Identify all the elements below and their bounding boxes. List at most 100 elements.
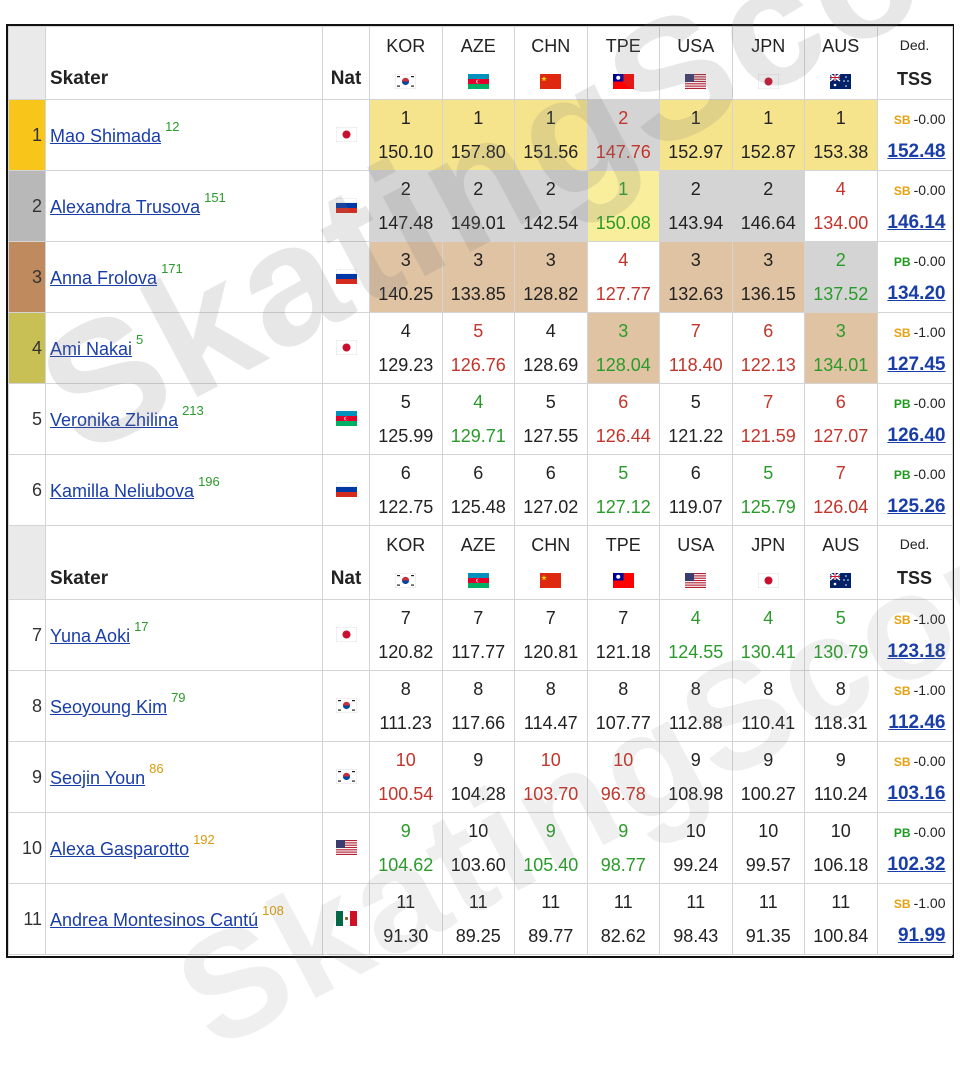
tss-link[interactable]: 126.40 bbox=[878, 420, 945, 452]
judge-score-cell: 5 126.76 bbox=[441, 312, 515, 384]
judge-placement: 10 bbox=[758, 821, 779, 841]
nat-header: Nat bbox=[322, 26, 370, 100]
skater-name-link[interactable]: Anna Frolova bbox=[50, 268, 157, 288]
tss-cell: SB -1.00 91.99 bbox=[876, 883, 953, 955]
skater-name-link[interactable]: Ami Nakai bbox=[50, 339, 132, 359]
judge-header-tpe: TPE bbox=[586, 26, 660, 100]
skater-name-link[interactable]: Alexandra Trusova bbox=[50, 197, 200, 217]
best-badge: SB bbox=[893, 112, 911, 127]
judge-score: 99.24 bbox=[673, 855, 719, 875]
skater-name-link[interactable]: Andrea Montesinos Cantú bbox=[50, 910, 258, 930]
rank-cell: 8 bbox=[8, 670, 46, 742]
tss-link[interactable]: 125.26 bbox=[878, 491, 945, 523]
judge-placement: 6 bbox=[618, 392, 629, 412]
tss-cell: PB -0.00 102.32 bbox=[876, 812, 953, 884]
judge-placement: 3 bbox=[473, 250, 484, 270]
judge-score-cell: 10 99.24 bbox=[659, 812, 733, 884]
rank-cell: 6 bbox=[8, 454, 46, 526]
judge-score: 127.02 bbox=[523, 497, 579, 517]
judge-placement: 11 bbox=[613, 892, 633, 912]
tss-cell: SB -0.00 146.14 bbox=[876, 170, 953, 242]
judge-code: AZE bbox=[460, 35, 496, 56]
tss-link[interactable]: 134.20 bbox=[878, 278, 945, 310]
judge-placement: 9 bbox=[545, 821, 556, 841]
rus-flag-icon bbox=[335, 269, 357, 285]
deduction-value: -1.00 bbox=[913, 681, 946, 698]
judge-placement: 8 bbox=[835, 679, 846, 699]
tss-link[interactable]: 146.14 bbox=[878, 207, 945, 239]
tss-cell: SB -0.00 152.48 bbox=[876, 99, 953, 171]
judge-score: 99.57 bbox=[745, 855, 791, 875]
aze-flag-icon bbox=[467, 573, 489, 589]
judge-placement: 2 bbox=[763, 179, 774, 199]
skater-name-link[interactable]: Mao Shimada bbox=[50, 126, 161, 146]
skater-name-link[interactable]: Seoyoung Kim bbox=[50, 697, 167, 717]
tss-header: Ded. TSS bbox=[876, 26, 953, 100]
rank-cell: 3 bbox=[8, 241, 46, 313]
judge-score: 125.79 bbox=[740, 497, 796, 517]
judge-score: 124.55 bbox=[668, 642, 724, 662]
tss-link[interactable]: 127.45 bbox=[878, 349, 945, 381]
kor-flag-icon bbox=[394, 572, 417, 589]
deduction-value: -0.00 bbox=[913, 823, 946, 840]
judge-score: 128.82 bbox=[523, 284, 579, 304]
judge-score: 128.69 bbox=[523, 355, 579, 375]
results-table-frame: Skater Nat KOR AZE CHN TPE USA JPN AUS Ded. TSS 1 Ma… bbox=[6, 24, 954, 958]
judge-score: 120.81 bbox=[523, 642, 579, 662]
judge-score: 108.98 bbox=[668, 784, 724, 804]
rank-value: 5 bbox=[31, 408, 42, 429]
aze-flag-icon bbox=[335, 411, 357, 427]
skater-name-link[interactable]: Yuna Aoki bbox=[50, 626, 130, 646]
judge-score-cell: 11 100.84 bbox=[804, 883, 878, 955]
skater-name-link[interactable]: Veronika Zhilina bbox=[50, 410, 178, 430]
judge-placement: 8 bbox=[473, 679, 484, 699]
rank-value: 8 bbox=[31, 695, 42, 716]
judge-placement: 3 bbox=[618, 321, 629, 341]
rank-value: 11 bbox=[23, 908, 42, 929]
judge-score-cell: 5 125.79 bbox=[731, 454, 805, 526]
skater-name-cell: Yuna Aoki 17 bbox=[45, 599, 323, 671]
skater-name-cell: Seojin Youn 86 bbox=[45, 741, 323, 813]
deduction: SB -0.00 bbox=[878, 745, 946, 778]
tss-link[interactable]: 91.99 bbox=[878, 920, 946, 952]
skater-name-link[interactable]: Alexa Gasparotto bbox=[50, 839, 189, 859]
judge-score-cell: 2 147.76 bbox=[586, 99, 660, 171]
tss-cell: SB -1.00 112.46 bbox=[876, 670, 953, 742]
judge-score-cell: 4 134.00 bbox=[804, 170, 878, 242]
judge-placement: 9 bbox=[400, 821, 411, 841]
tss-link[interactable]: 152.48 bbox=[878, 136, 945, 168]
nat-cell bbox=[322, 241, 370, 313]
rank-cell: 10 bbox=[8, 812, 46, 884]
deduction: SB -0.00 bbox=[878, 174, 946, 207]
judge-placement: 6 bbox=[690, 463, 701, 483]
skater-rank-superscript: 171 bbox=[161, 261, 183, 276]
judge-score: 112.88 bbox=[668, 713, 723, 733]
skater-rank-superscript: 213 bbox=[182, 403, 204, 418]
judge-placement: 3 bbox=[690, 250, 701, 270]
tss-link[interactable]: 112.46 bbox=[878, 707, 945, 739]
best-badge: SB bbox=[893, 325, 911, 340]
skater-row: 5 Veronika Zhilina 213 5 125.99 4 129.71 5 127.5… bbox=[8, 383, 953, 455]
rank-cell: 11 bbox=[8, 883, 46, 955]
nat-cell bbox=[322, 170, 370, 242]
tss-link[interactable]: 123.18 bbox=[878, 636, 945, 668]
skater-rank-superscript: 151 bbox=[204, 190, 226, 205]
skater-name-link[interactable]: Seojin Youn bbox=[50, 768, 145, 788]
judge-placement: 9 bbox=[473, 750, 484, 770]
judge-score: 153.38 bbox=[813, 142, 869, 162]
tss-link[interactable]: 102.32 bbox=[878, 849, 945, 881]
judge-score-cell: 5 125.99 bbox=[369, 383, 443, 455]
rank-value: 1 bbox=[31, 124, 42, 145]
judge-score-cell: 3 133.85 bbox=[441, 241, 515, 313]
tss-link[interactable]: 103.16 bbox=[878, 778, 945, 810]
ded-header-label: Ded. bbox=[899, 536, 930, 552]
judge-score-cell: 5 127.55 bbox=[514, 383, 588, 455]
rank-value: 7 bbox=[31, 624, 42, 645]
deduction: SB -0.00 bbox=[878, 103, 946, 136]
judge-score-cell: 6 127.02 bbox=[514, 454, 588, 526]
judge-score-cell: 1 152.87 bbox=[731, 99, 805, 171]
judge-score-cell: 4 129.71 bbox=[441, 383, 515, 455]
judge-score-cell: 10 96.78 bbox=[586, 741, 660, 813]
skater-name-link[interactable]: Kamilla Neliubova bbox=[50, 481, 194, 501]
deduction: PB -0.00 bbox=[878, 816, 946, 849]
